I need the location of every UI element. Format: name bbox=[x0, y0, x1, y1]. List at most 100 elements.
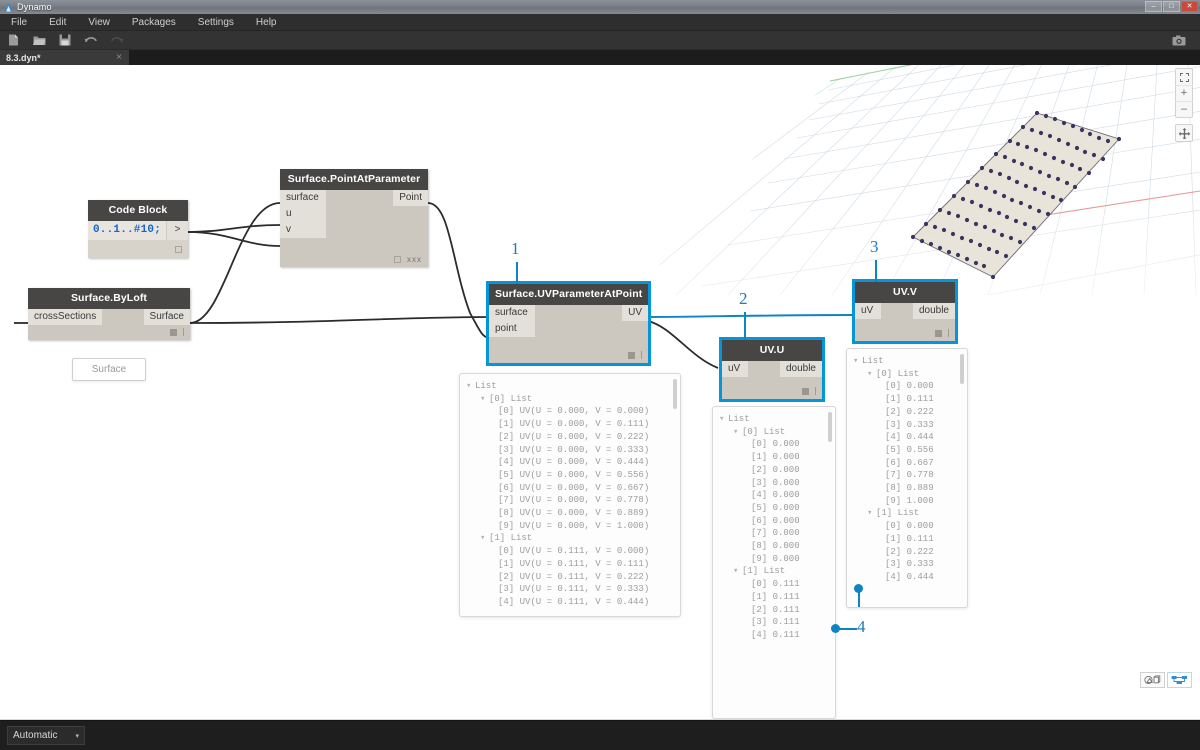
output-port-uv[interactable]: UV bbox=[622, 305, 648, 321]
zoom-control-group: + – bbox=[1175, 68, 1193, 118]
redo-button[interactable] bbox=[104, 31, 130, 50]
preview-toggle-icon[interactable] bbox=[175, 246, 182, 253]
expand-caret-icon[interactable]: ▾ bbox=[853, 355, 862, 368]
preview-row-group[interactable]: ▾ [0] List bbox=[466, 393, 676, 406]
menu-item-settings[interactable]: Settings bbox=[187, 14, 245, 31]
preview-toggle-icon[interactable] bbox=[394, 256, 401, 263]
expand-caret-icon[interactable]: ▾ bbox=[867, 507, 876, 520]
resize-handle-icon[interactable] bbox=[815, 387, 816, 395]
export-image-button[interactable] bbox=[1166, 31, 1192, 50]
preview-bubble-text: Surface bbox=[91, 364, 127, 375]
preview-row-item: [1] 0.111 bbox=[885, 394, 934, 405]
preview-row-root[interactable]: ▾ List bbox=[719, 413, 831, 426]
input-port-surface[interactable]: surface bbox=[280, 190, 326, 206]
preview-toggle-icon[interactable] bbox=[170, 328, 177, 336]
node-uv-u[interactable]: UV.U uV double bbox=[719, 337, 825, 402]
save-file-button[interactable] bbox=[52, 31, 78, 50]
preview-panel-uv-v[interactable]: ▾ List ▾ [0] List [0] 0.000 [1] 0.111 [2] … bbox=[846, 348, 968, 608]
scrollbar-thumb[interactable] bbox=[828, 412, 832, 442]
output-port-point[interactable]: Point bbox=[393, 190, 428, 206]
preview-row-item: [1] 0.000 bbox=[751, 452, 800, 463]
tab-close-icon[interactable]: × bbox=[116, 52, 122, 63]
expand-caret-icon[interactable]: ▾ bbox=[867, 368, 876, 381]
preview-panel-uv-parameter[interactable]: ▾ List ▾ [0] List [0] UV(U = 0.000, V = 0.… bbox=[459, 373, 681, 617]
port-row: uV double bbox=[722, 361, 822, 377]
output-port-double[interactable]: double bbox=[779, 361, 822, 377]
scrollbar-thumb[interactable] bbox=[673, 379, 677, 409]
expand-caret-icon[interactable]: ▾ bbox=[733, 426, 742, 439]
run-mode-select[interactable]: Automatic ▾ bbox=[7, 726, 85, 745]
open-file-button[interactable] bbox=[26, 31, 52, 50]
resize-handle-icon[interactable] bbox=[641, 351, 642, 359]
zoom-to-fit-button[interactable] bbox=[1175, 69, 1193, 85]
preview-row-group[interactable]: ▾ [0] List bbox=[853, 368, 963, 381]
minimize-button[interactable]: – bbox=[1145, 1, 1162, 12]
undo-arrow-icon bbox=[84, 35, 98, 46]
graph-canvas[interactable]: + – Code Block 0..1..#10; > Surface.ByLo… bbox=[0, 65, 1200, 720]
expand-caret-icon[interactable]: ▾ bbox=[480, 532, 489, 545]
zoom-out-button[interactable]: – bbox=[1175, 101, 1193, 117]
preview-row-item: [9] 0.000 bbox=[751, 553, 800, 564]
scrollbar-thumb[interactable] bbox=[960, 354, 964, 384]
undo-button[interactable] bbox=[78, 31, 104, 50]
output-port-surface[interactable]: Surface bbox=[143, 309, 190, 325]
tab-8-3-dyn[interactable]: 8.3.dyn* × bbox=[0, 50, 130, 65]
menu-item-edit[interactable]: Edit bbox=[38, 14, 77, 31]
preview-row-group[interactable]: ▾ [1] List bbox=[719, 565, 831, 578]
geometry-view-button[interactable] bbox=[1140, 672, 1165, 688]
resize-handle-icon[interactable] bbox=[183, 328, 184, 336]
expand-caret-icon[interactable]: ▾ bbox=[480, 393, 489, 406]
view-mode-toggle-group bbox=[1140, 672, 1192, 688]
title-bar: Dynamo – □ ✕ bbox=[0, 0, 1200, 14]
pan-button[interactable] bbox=[1175, 124, 1193, 142]
preview-row-group[interactable]: ▾ [1] List bbox=[466, 532, 676, 545]
node-surface-pointatparameter[interactable]: Surface.PointAtParameter surface Point u… bbox=[280, 169, 428, 267]
code-block-input[interactable]: 0..1..#10; bbox=[88, 221, 167, 240]
node-surface-uvparameteratpoint[interactable]: Surface.UVParameterAtPoint surface UV po… bbox=[486, 281, 651, 366]
preview-row-root[interactable]: ▾ List bbox=[853, 355, 963, 368]
expand-caret-icon[interactable]: ▾ bbox=[733, 565, 742, 578]
input-port-uv[interactable]: uV bbox=[722, 361, 748, 377]
preview-row-label: [1] List bbox=[489, 533, 533, 544]
input-port-surface[interactable]: surface bbox=[489, 305, 535, 321]
resize-handle-icon[interactable] bbox=[948, 329, 949, 337]
graph-view-button[interactable] bbox=[1167, 672, 1192, 688]
input-port-crosssections[interactable]: crossSections bbox=[28, 309, 103, 325]
code-block-footer bbox=[88, 240, 188, 258]
close-button[interactable]: ✕ bbox=[1181, 1, 1198, 12]
preview-row-item: [6] UV(U = 0.000, V = 0.667) bbox=[498, 482, 650, 493]
node-footer bbox=[855, 319, 955, 341]
menu-item-view[interactable]: View bbox=[77, 14, 121, 31]
callout-line-2 bbox=[744, 312, 746, 340]
preview-row-item: [1] UV(U = 0.111, V = 0.111) bbox=[498, 558, 650, 569]
preview-panel-uv-u[interactable]: ▾ List ▾ [0] List [0] 0.000 [1] 0.000 [2] … bbox=[712, 406, 836, 719]
callout-line-3 bbox=[875, 260, 877, 282]
input-port-point[interactable]: point bbox=[489, 321, 535, 337]
preview-row-item: [3] 0.000 bbox=[751, 477, 800, 488]
menu-item-help[interactable]: Help bbox=[245, 14, 288, 31]
preview-toggle-icon[interactable] bbox=[935, 329, 942, 337]
code-block-output-port[interactable]: > bbox=[166, 221, 188, 240]
input-port-u[interactable]: u bbox=[280, 206, 326, 222]
node-footer bbox=[722, 377, 822, 399]
preview-toggle-icon[interactable] bbox=[628, 351, 635, 359]
preview-toggle-icon[interactable] bbox=[802, 387, 809, 395]
preview-row-root[interactable]: ▾ List bbox=[466, 380, 676, 393]
maximize-button[interactable]: □ bbox=[1163, 1, 1180, 12]
menu-item-file[interactable]: File bbox=[0, 14, 38, 31]
preview-row-item: [4] 0.444 bbox=[885, 571, 934, 582]
output-port-double[interactable]: double bbox=[912, 303, 955, 319]
expand-caret-icon[interactable]: ▾ bbox=[719, 413, 728, 426]
preview-row-group[interactable]: ▾ [1] List bbox=[853, 507, 963, 520]
menu-item-packages[interactable]: Packages bbox=[121, 14, 187, 31]
zoom-in-button[interactable]: + bbox=[1175, 85, 1193, 101]
input-port-v[interactable]: v bbox=[280, 222, 326, 238]
expand-caret-icon[interactable]: ▾ bbox=[466, 380, 475, 393]
input-port-uv[interactable]: uV bbox=[855, 303, 881, 319]
node-uv-v[interactable]: UV.V uV double bbox=[852, 279, 958, 344]
node-surface-byloft[interactable]: Surface.ByLoft crossSections Surface bbox=[28, 288, 190, 340]
node-code-block[interactable]: Code Block 0..1..#10; > bbox=[88, 200, 188, 258]
new-file-button[interactable] bbox=[0, 31, 26, 50]
preview-row-group[interactable]: ▾ [0] List bbox=[719, 426, 831, 439]
lacing-indicator[interactable]: xxx bbox=[407, 256, 422, 264]
